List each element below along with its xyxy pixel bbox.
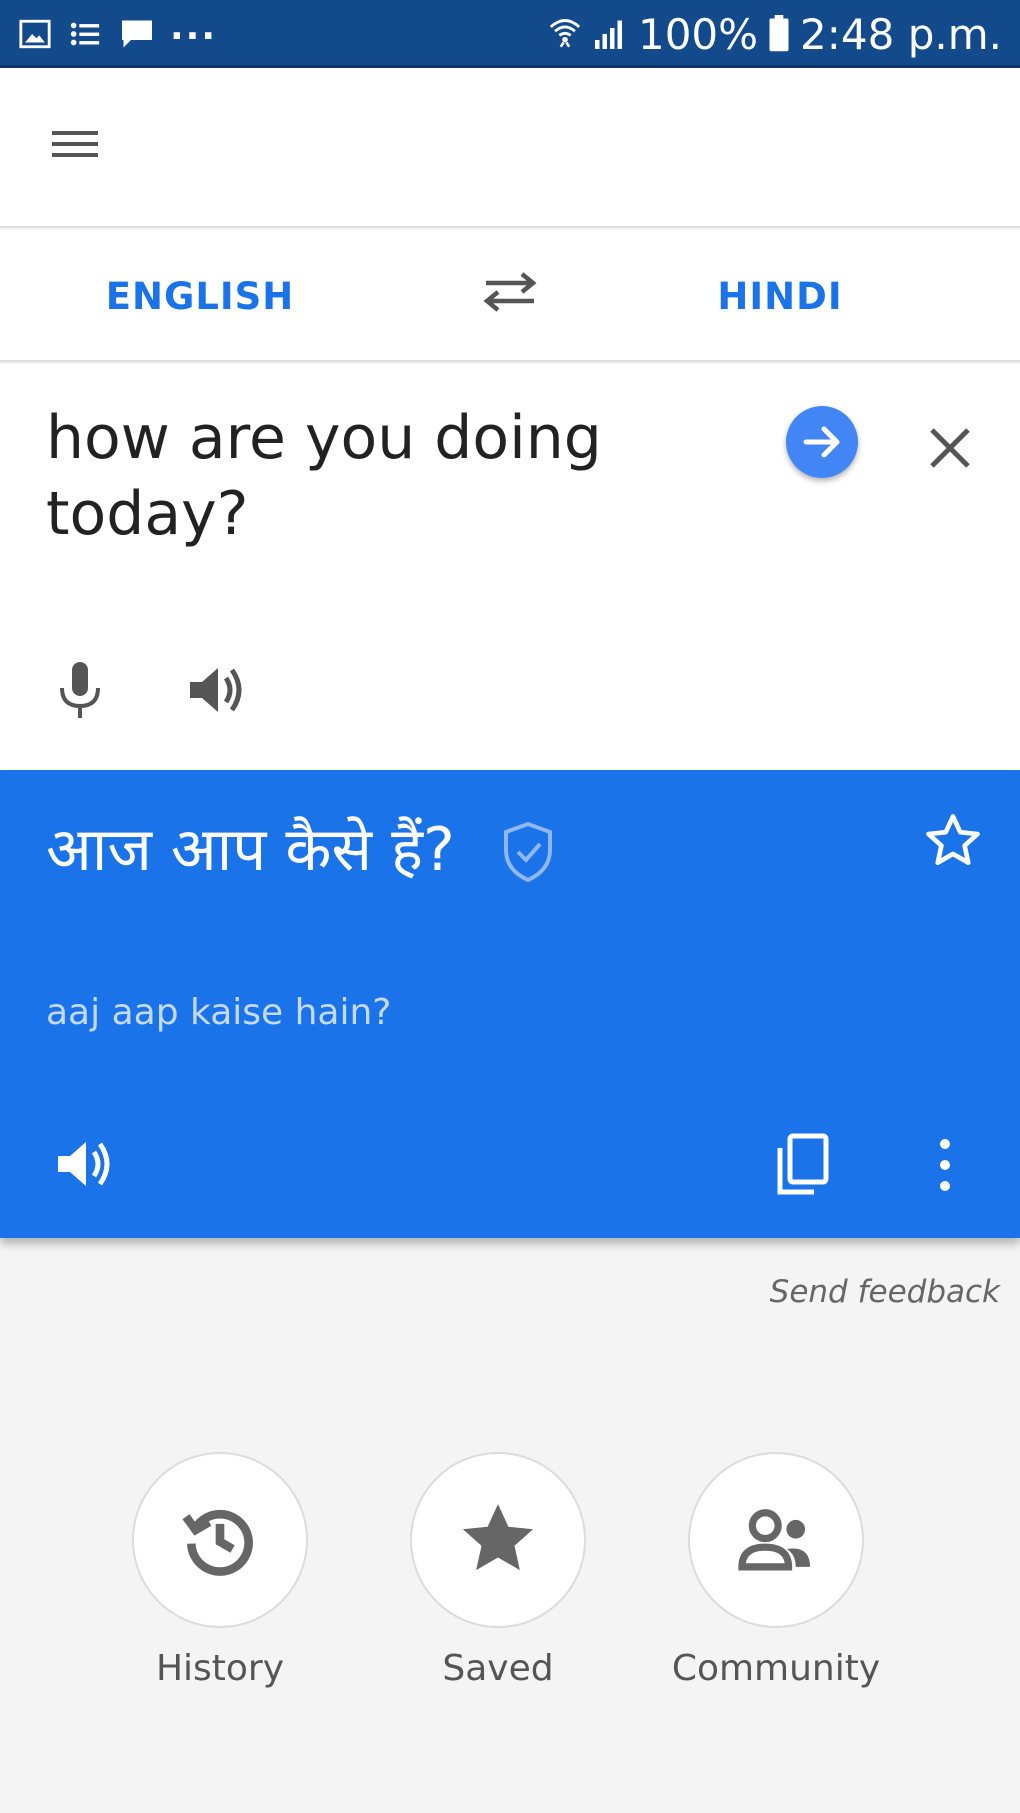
microphone-button[interactable] bbox=[50, 658, 110, 722]
history-label: History bbox=[155, 1648, 285, 1689]
close-icon bbox=[930, 428, 970, 468]
copy-icon bbox=[777, 1133, 829, 1195]
speaker-icon bbox=[190, 668, 242, 712]
send-feedback-link[interactable]: Send feedback bbox=[770, 1274, 1000, 1310]
saved-circle bbox=[410, 1452, 586, 1628]
app-bar bbox=[0, 68, 1020, 228]
community-label: Community bbox=[671, 1648, 881, 1689]
microphone-icon bbox=[60, 662, 100, 718]
history-circle bbox=[132, 1452, 308, 1628]
star-icon bbox=[462, 1504, 534, 1571]
save-translation-button[interactable] bbox=[922, 810, 984, 872]
notification-icons: ... bbox=[18, 0, 217, 68]
swap-arrows-icon bbox=[483, 272, 537, 312]
speaker-icon bbox=[58, 1142, 110, 1186]
signal-icon bbox=[594, 20, 622, 49]
input-area: how are you doing today? bbox=[0, 364, 1020, 770]
community-shortcut[interactable]: Community bbox=[672, 1452, 880, 1689]
translate-go-button[interactable] bbox=[786, 406, 858, 478]
verified-shield-icon bbox=[500, 820, 556, 884]
arrow-right-icon bbox=[803, 426, 840, 458]
hamburger-menu-icon bbox=[52, 131, 98, 157]
source-language-button[interactable]: ENGLISH bbox=[60, 230, 340, 362]
system-status: 100% 2:48 p.m. bbox=[548, 0, 1002, 68]
translation-result-card: आज आप कैसे हैं? aaj aap kaise hain? bbox=[0, 770, 1020, 1238]
wifi-icon bbox=[549, 19, 581, 48]
saved-label: Saved bbox=[442, 1648, 554, 1689]
clock: 2:48 p.m. bbox=[800, 9, 1002, 59]
community-circle bbox=[688, 1452, 864, 1628]
list-notification-icon bbox=[70, 22, 100, 46]
community-icon bbox=[738, 1509, 811, 1571]
source-text-input[interactable]: how are you doing today? bbox=[46, 400, 746, 552]
translated-text: आज आप कैसे हैं? bbox=[46, 815, 455, 885]
target-language-button[interactable]: HINDI bbox=[640, 230, 920, 362]
copy-translation-button[interactable] bbox=[770, 1130, 834, 1200]
more-options-button[interactable] bbox=[930, 1132, 960, 1198]
listen-source-button[interactable] bbox=[182, 658, 252, 722]
history-icon bbox=[182, 1509, 253, 1576]
message-notification-icon bbox=[122, 20, 152, 48]
swap-languages-button[interactable] bbox=[470, 262, 550, 322]
gallery-notification-icon bbox=[19, 19, 51, 49]
saved-shortcut[interactable]: Saved bbox=[410, 1452, 586, 1689]
menu-button[interactable] bbox=[44, 122, 114, 172]
clear-input-button[interactable] bbox=[920, 418, 980, 478]
star-outline-icon bbox=[926, 814, 980, 866]
transliteration: aaj aap kaise hain? bbox=[46, 992, 392, 1033]
status-bar: ... 100% 2:48 p.m. bbox=[0, 0, 1020, 68]
history-shortcut[interactable]: History bbox=[132, 1452, 308, 1689]
battery-icon bbox=[769, 15, 789, 52]
more-notifications-indicator: ... bbox=[170, 6, 218, 48]
more-vertical-icon bbox=[940, 1139, 950, 1191]
battery-percent: 100% bbox=[637, 9, 759, 59]
listen-translation-button[interactable] bbox=[50, 1132, 120, 1196]
